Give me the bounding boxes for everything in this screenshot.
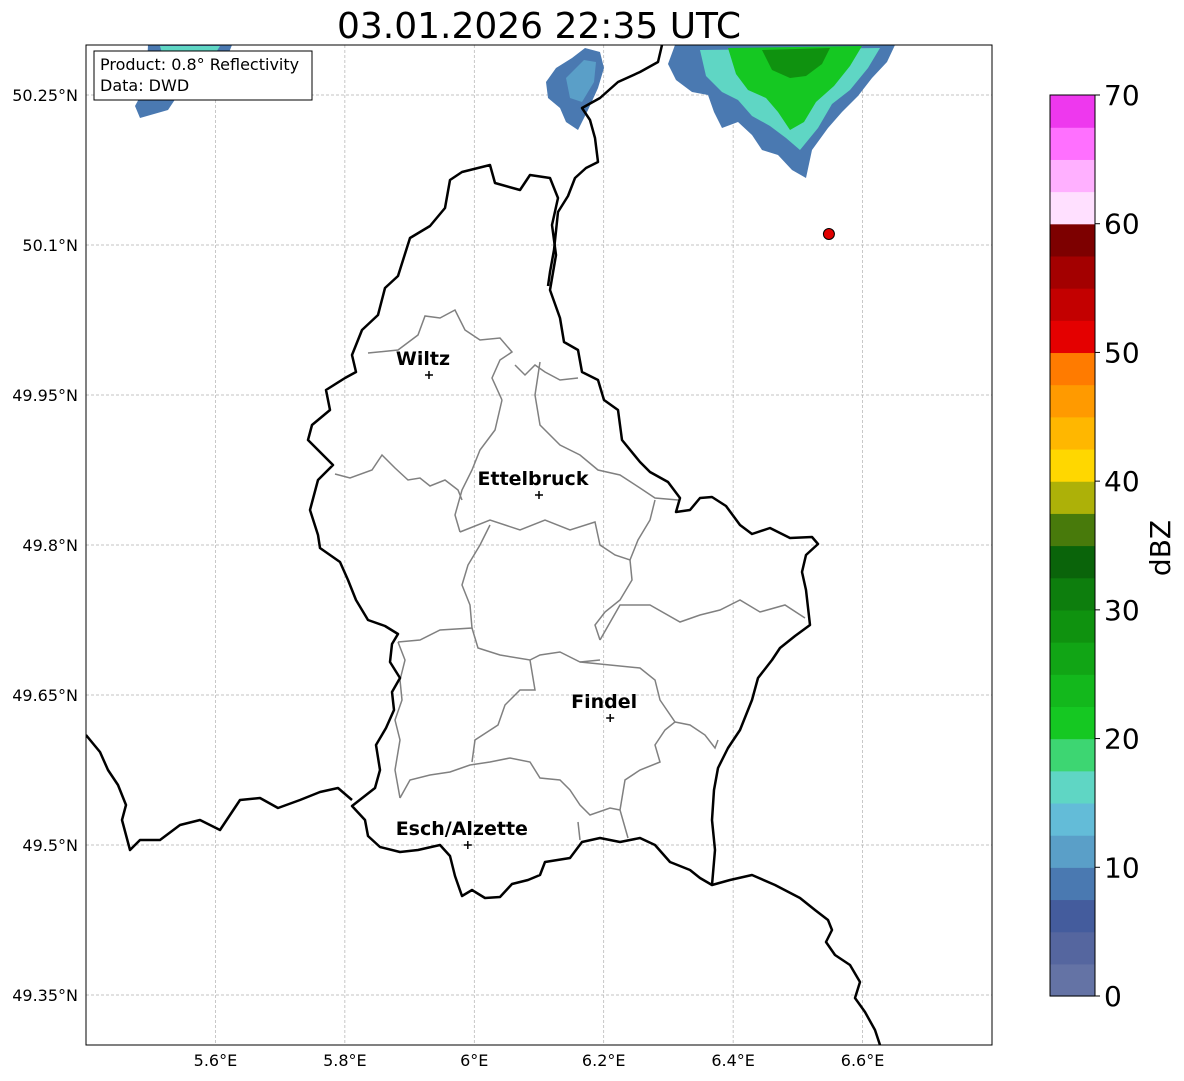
colorbar-tick-label: 20 bbox=[1104, 723, 1140, 756]
colorbar-segment bbox=[1050, 159, 1095, 193]
colorbar-segments bbox=[1050, 95, 1095, 997]
latitude-ticks: 50.25°N 50.1°N 49.95°N 49.8°N 49.65°N 49.5°N 4… bbox=[12, 86, 78, 1005]
colorbar-segment bbox=[1050, 545, 1095, 579]
lon-tick-label: 6.4°E bbox=[711, 1051, 755, 1070]
colorbar-segment bbox=[1050, 802, 1095, 836]
colorbar-segment bbox=[1050, 481, 1095, 514]
city-label: Esch/Alzette bbox=[396, 818, 528, 840]
colorbar-segment bbox=[1050, 738, 1095, 772]
colorbar-segment bbox=[1050, 899, 1095, 933]
colorbar-tick-label: 0 bbox=[1104, 980, 1122, 1013]
colorbar-segment bbox=[1050, 867, 1095, 901]
lat-tick-label: 49.8°N bbox=[22, 536, 78, 555]
lon-tick-label: 6.2°E bbox=[582, 1051, 626, 1070]
colorbar-segment bbox=[1050, 223, 1095, 257]
colorbar-tick-label: 70 bbox=[1104, 79, 1140, 112]
colorbar-ticks: 0 10 20 30 40 50 60 70 bbox=[1095, 79, 1140, 1013]
lat-tick-label: 50.25°N bbox=[12, 86, 78, 105]
lat-tick-label: 49.95°N bbox=[12, 386, 78, 405]
lon-tick-label: 5.8°E bbox=[323, 1051, 367, 1070]
colorbar-segment bbox=[1050, 513, 1095, 547]
colorbar-tick-label: 60 bbox=[1104, 208, 1140, 241]
colorbar-segment bbox=[1050, 384, 1095, 418]
colorbar-segment bbox=[1050, 191, 1095, 225]
lon-tick-label: 6.6°E bbox=[841, 1051, 885, 1070]
colorbar-tick-label: 50 bbox=[1104, 336, 1140, 369]
city-label: Wiltz bbox=[396, 348, 450, 370]
colorbar-segment bbox=[1050, 577, 1095, 611]
colorbar-segment bbox=[1050, 674, 1095, 707]
colorbar-tick-label: 30 bbox=[1104, 594, 1140, 627]
map-title: 03.01.2026 22:35 UTC bbox=[337, 6, 741, 47]
colorbar-segment bbox=[1050, 963, 1095, 997]
city-label: Ettelbruck bbox=[478, 468, 589, 490]
longitude-ticks: 5.6°E 5.8°E 6°E 6.2°E 6.4°E 6.6°E bbox=[194, 1051, 885, 1070]
colorbar-segment bbox=[1050, 931, 1095, 965]
colorbar-segment bbox=[1050, 95, 1095, 128]
city-label: Findel bbox=[571, 691, 637, 713]
colorbar-segment bbox=[1050, 320, 1095, 354]
radar-figure: 03.01.2026 22:35 UTC WiltzEttelbruckFind… bbox=[12, 6, 1177, 1070]
colorbar-segment bbox=[1050, 770, 1095, 804]
colorbar-segment bbox=[1050, 609, 1095, 643]
map-panel: WiltzEttelbruckFindelEsch/Alzette 5.6°E 5… bbox=[12, 44, 993, 1070]
colorbar-segment bbox=[1050, 288, 1095, 321]
lat-tick-label: 50.1°N bbox=[22, 236, 78, 255]
colorbar-segment bbox=[1050, 255, 1095, 289]
lat-tick-label: 49.5°N bbox=[22, 836, 78, 855]
lat-tick-label: 49.65°N bbox=[12, 686, 78, 705]
lon-tick-label: 6°E bbox=[460, 1051, 488, 1070]
colorbar-segment bbox=[1050, 352, 1095, 386]
colorbar-label: dBZ bbox=[1144, 520, 1177, 576]
radar-site-marker bbox=[822, 228, 835, 240]
colorbar-tick-label: 10 bbox=[1104, 851, 1140, 884]
colorbar-tick-label: 40 bbox=[1104, 465, 1140, 498]
colorbar-segment bbox=[1050, 127, 1095, 160]
info-product: Product: 0.8° Reflectivity bbox=[100, 55, 299, 74]
colorbar-segment bbox=[1050, 448, 1095, 482]
info-box: Product: 0.8° Reflectivity Data: DWD bbox=[93, 50, 313, 101]
colorbar-segment bbox=[1050, 642, 1095, 675]
colorbar-segment bbox=[1050, 835, 1095, 868]
colorbar: 0 10 20 30 40 50 60 70 dBZ bbox=[1049, 79, 1177, 1013]
colorbar-segment bbox=[1050, 706, 1095, 740]
info-data-source: Data: DWD bbox=[100, 76, 189, 95]
lon-tick-label: 5.6°E bbox=[194, 1051, 238, 1070]
lat-tick-label: 49.35°N bbox=[12, 986, 78, 1005]
colorbar-segment bbox=[1050, 416, 1095, 450]
